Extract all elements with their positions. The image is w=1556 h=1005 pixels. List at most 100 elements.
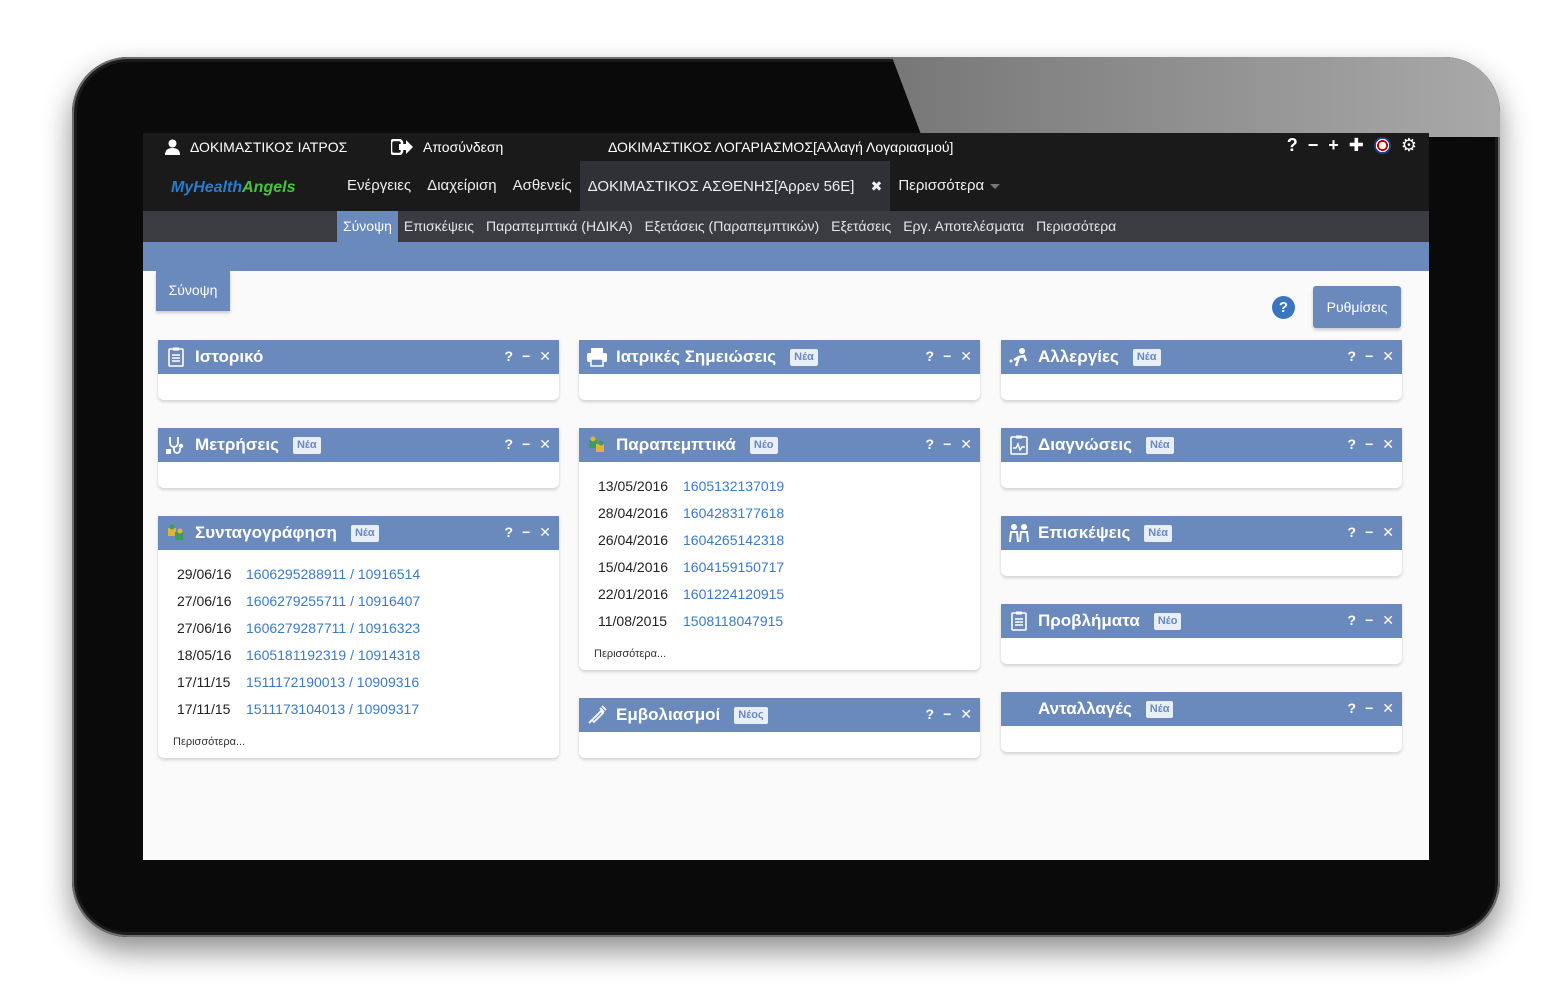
gear-icon[interactable]: ⚙	[1401, 135, 1417, 156]
new-badge[interactable]: Νέο	[749, 436, 778, 454]
widget-controls: ? − ✕	[1348, 436, 1394, 453]
subnav-item-more[interactable]: Περισσότερα	[1030, 211, 1122, 242]
tab-summary[interactable]: Σύνοψη	[156, 271, 230, 311]
nav-item-more[interactable]: Περισσότερα	[890, 161, 1008, 211]
widget-help-icon[interactable]: ?	[505, 436, 514, 453]
nav-item-patients[interactable]: Ασθενείς	[505, 161, 580, 211]
language-flag-icon[interactable]	[1373, 137, 1391, 154]
new-badge[interactable]: Νέος	[734, 706, 768, 724]
item-link[interactable]: 1606279287711 / 10916323	[246, 620, 420, 636]
item-link[interactable]: 1508118047915	[683, 613, 783, 629]
widget-help-icon[interactable]: ?	[1348, 436, 1357, 453]
item-link[interactable]: 1605132137019	[683, 478, 784, 494]
new-badge[interactable]: Νέα	[292, 436, 321, 454]
widget-close-icon[interactable]: ✕	[1382, 700, 1394, 717]
widget-close-icon[interactable]: ✕	[539, 348, 551, 365]
subnav-item-referrals-hdika[interactable]: Παραπεμπτικά (ΗΔΙΚΑ)	[480, 211, 639, 242]
new-badge[interactable]: Νέα	[350, 524, 379, 542]
widget-minimize-icon[interactable]: −	[943, 436, 951, 453]
widget-controls: ? − ✕	[926, 348, 972, 365]
widget-minimize-icon[interactable]: −	[522, 436, 530, 453]
nav-item-management[interactable]: Διαχείριση	[419, 161, 504, 211]
widget-close-icon[interactable]: ✕	[1382, 612, 1394, 629]
widget-help-icon[interactable]: ?	[1348, 348, 1357, 365]
user-menu[interactable]: ΔΟΚΙΜΑΣΤΙΚΟΣ ΙΑΤΡΟΣ	[165, 139, 347, 155]
add-icon[interactable]: ✚	[1349, 135, 1364, 156]
zoom-out-icon[interactable]: −	[1308, 135, 1319, 156]
widget-minimize-icon[interactable]: −	[522, 524, 530, 541]
help-icon[interactable]: ?	[1287, 135, 1298, 156]
widget-header[interactable]: Επισκέψεις Νέα ? − ✕	[1001, 516, 1402, 550]
syringe-icon	[586, 704, 608, 726]
widget-close-icon[interactable]: ✕	[1382, 348, 1394, 365]
widget-minimize-icon[interactable]: −	[522, 348, 530, 365]
item-date: 17/11/15	[177, 673, 231, 690]
widget-help-icon[interactable]: ?	[1348, 612, 1357, 629]
widget-help-icon[interactable]: ?	[505, 524, 514, 541]
widget-close-icon[interactable]: ✕	[1382, 524, 1394, 541]
more-link[interactable]: Περισσότερα...	[158, 730, 559, 758]
subnav-item-lab-results[interactable]: Εργ. Αποτελέσματα	[897, 211, 1030, 242]
item-link[interactable]: 1604265142318	[683, 532, 784, 548]
close-icon[interactable]: ✖	[871, 178, 883, 194]
widget-minimize-icon[interactable]: −	[1365, 348, 1373, 365]
subnav-item-referral-exams[interactable]: Εξετάσεις (Παραπεμπτικών)	[639, 211, 826, 242]
subnav-item-visits[interactable]: Επισκέψεις	[398, 211, 480, 242]
widget-minimize-icon[interactable]: −	[943, 348, 951, 365]
widget-minimize-icon[interactable]: −	[1365, 612, 1373, 629]
widget-header[interactable]: Παραπεμπτικά Νέο ? − ✕	[579, 428, 980, 462]
widget-help-icon[interactable]: ?	[926, 348, 935, 365]
widget-minimize-icon[interactable]: −	[1365, 524, 1373, 541]
zoom-in-icon[interactable]: +	[1328, 135, 1339, 156]
widget-header[interactable]: Αλλεργίες Νέα ? − ✕	[1001, 340, 1402, 374]
widget-header[interactable]: Ιστορικό ? − ✕	[158, 340, 559, 374]
widget-close-icon[interactable]: ✕	[539, 524, 551, 541]
subnav-item-summary[interactable]: Σύνοψη	[337, 211, 398, 242]
new-badge[interactable]: Νέο	[1153, 612, 1182, 630]
printer-icon	[586, 346, 608, 368]
page-help-icon[interactable]: ?	[1272, 296, 1295, 319]
widget-minimize-icon[interactable]: −	[1365, 700, 1373, 717]
logout-link[interactable]: Αποσύνδεση	[391, 139, 503, 155]
account-switch-link[interactable]: ΔΟΚΙΜΑΣΤΙΚΟΣ ΛΟΓΑΡΙΑΣΜΟΣ[Αλλαγή Λογαριασ…	[608, 139, 953, 155]
widget-close-icon[interactable]: ✕	[1382, 436, 1394, 453]
widget-help-icon[interactable]: ?	[926, 706, 935, 723]
widget-help-icon[interactable]: ?	[1348, 524, 1357, 541]
widget-header[interactable]: Προβλήματα Νέο ? − ✕	[1001, 604, 1402, 638]
item-link[interactable]: 1605181192319 / 10914318	[246, 647, 420, 663]
item-link[interactable]: 1606279255711 / 10916407	[246, 593, 420, 609]
widget-close-icon[interactable]: ✕	[539, 436, 551, 453]
item-link[interactable]: 1604159150717	[683, 559, 784, 575]
widget-help-icon[interactable]: ?	[505, 348, 514, 365]
widget-header[interactable]: Ιατρικές Σημειώσεις Νέα ? − ✕	[579, 340, 980, 374]
nav-item-actions[interactable]: Ενέργειες	[339, 161, 419, 211]
widget-help-icon[interactable]: ?	[926, 436, 935, 453]
widget-minimize-icon[interactable]: −	[1365, 436, 1373, 453]
widget-header[interactable]: Συνταγογράφηση Νέα ? − ✕	[158, 516, 559, 550]
widget-minimize-icon[interactable]: −	[943, 706, 951, 723]
widget-header[interactable]: Εμβολιασμοί Νέος ? − ✕	[579, 698, 980, 732]
item-link[interactable]: 1511172190013 / 10909316	[246, 674, 419, 690]
subnav-item-exams[interactable]: Εξετάσεις	[825, 211, 897, 242]
item-link[interactable]: 1604283177618	[683, 505, 784, 521]
item-link[interactable]: 1511173104013 / 10909317	[246, 701, 419, 717]
new-badge[interactable]: Νέα	[1144, 524, 1172, 542]
widget-header[interactable]: Διαγνώσεις Νέα ? − ✕	[1001, 428, 1402, 462]
item-date: 13/05/2016	[598, 477, 669, 494]
widget-header[interactable]: Ανταλλαγές Νέα ? − ✕	[1001, 692, 1402, 726]
new-badge[interactable]: Νέα	[1132, 348, 1161, 366]
item-link[interactable]: 1601224120915	[683, 586, 784, 602]
widget-header[interactable]: Μετρήσεις Νέα ? − ✕	[158, 428, 559, 462]
nav-item-patient-tab[interactable]: ΔΟΚΙΜΑΣΤΙΚΟΣ ΑΣΘΕΝΗΣ[Άρρεν 56Ε] ✖	[579, 161, 891, 211]
widget-close-icon[interactable]: ✕	[960, 348, 972, 365]
widget-help-icon[interactable]: ?	[1348, 700, 1357, 717]
settings-button[interactable]: Ρυθμίσεις	[1313, 286, 1401, 328]
more-link[interactable]: Περισσότερα...	[579, 642, 980, 670]
new-badge[interactable]: Νέα	[790, 348, 818, 366]
widget-close-icon[interactable]: ✕	[960, 706, 972, 723]
widget-close-icon[interactable]: ✕	[960, 436, 972, 453]
new-badge[interactable]: Νέα	[1145, 700, 1174, 718]
new-badge[interactable]: Νέα	[1145, 436, 1174, 454]
app-logo[interactable]: MyHealthAngels	[171, 179, 295, 197]
item-link[interactable]: 1606295288911 / 10916514	[246, 566, 420, 582]
